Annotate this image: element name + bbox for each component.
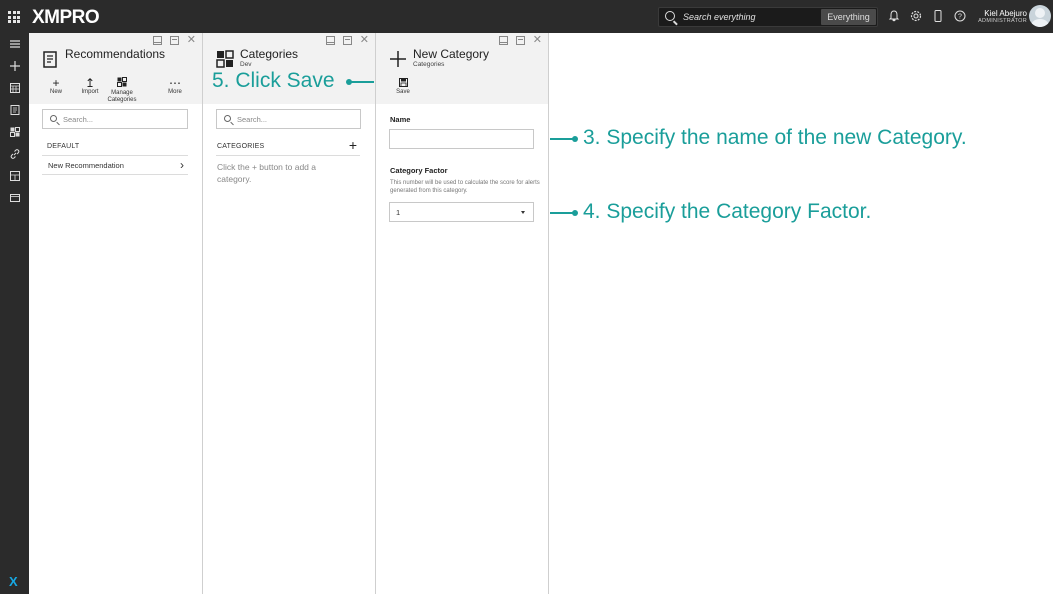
list-item-label: New Recommendation [48, 161, 124, 170]
annotation-factor-dot [572, 210, 578, 216]
new-category-panel: ✕ New Category Categories Save Name Cate… [376, 33, 549, 594]
plus-icon: + [52, 76, 60, 90]
categories-icon[interactable] [8, 126, 21, 139]
page-title: Categories [240, 47, 299, 61]
dashboard-icon[interactable] [8, 170, 21, 183]
more-label: More [168, 89, 182, 95]
search-input[interactable]: Search... [216, 109, 361, 129]
category-factor-value: 1 [396, 208, 401, 217]
add-icon[interactable] [8, 60, 21, 73]
maximize-icon[interactable] [342, 36, 352, 45]
page-title: Recommendations [65, 47, 166, 61]
xmpro-logo: XMPRO [32, 7, 100, 28]
recommendations-icon[interactable] [8, 104, 21, 117]
name-field[interactable] [389, 129, 534, 149]
plus-icon [389, 50, 407, 73]
avatar[interactable] [1029, 5, 1051, 27]
import-label: Import [81, 89, 99, 95]
window-controls: ✕ [152, 35, 196, 46]
panel-header: ✕ Recommendations + New ↥ Import Manage … [29, 33, 202, 104]
search-icon [665, 11, 675, 21]
app-launcher-icon[interactable] [8, 11, 20, 23]
categories-panel: ✕ Categories Dev Search... CATEGORIES + … [203, 33, 376, 594]
window-controls: ✕ [498, 35, 542, 46]
annotation-save-line [349, 81, 374, 83]
svg-text:?: ? [958, 14, 962, 21]
page-title: New Category [413, 47, 490, 61]
window-controls: ✕ [325, 35, 369, 46]
section-default: DEFAULT [47, 143, 80, 150]
help-icon[interactable]: ? [954, 10, 966, 24]
categories-icon [106, 77, 138, 89]
name-label: Name [390, 115, 411, 124]
close-icon[interactable]: ✕ [533, 35, 542, 46]
close-icon[interactable]: ✕ [360, 35, 369, 46]
search-icon [50, 115, 57, 122]
bell-icon[interactable] [888, 10, 900, 24]
close-icon[interactable]: ✕ [187, 35, 196, 46]
category-factor-help: This number will be used to calculate th… [390, 180, 540, 194]
link-icon[interactable] [8, 148, 21, 161]
global-search-placeholder: Search everything [683, 12, 756, 22]
search-placeholder: Search... [237, 115, 268, 124]
recommendations-panel: ✕ Recommendations + New ↥ Import Manage … [29, 33, 203, 594]
chevron-down-icon [521, 211, 525, 214]
annotation-save: 5. Click Save [212, 69, 335, 92]
list-item[interactable]: New Recommendation › [42, 157, 188, 175]
add-category-icon[interactable]: + [349, 137, 357, 153]
save-label: Save [396, 89, 410, 95]
save-button[interactable]: Save [395, 77, 411, 95]
panel-body: Search... DEFAULT New Recommendation › [29, 104, 202, 594]
maximize-icon[interactable] [169, 36, 179, 45]
section-categories: CATEGORIES [217, 143, 265, 150]
user-role: ADMINISTRATOR [978, 18, 1027, 24]
gear-icon[interactable] [910, 10, 922, 24]
top-bar: XMPRO Search everything Everything ? Kie… [0, 0, 1053, 33]
search-icon [224, 115, 231, 122]
minimize-icon[interactable] [152, 36, 162, 45]
new-button[interactable]: + New [49, 77, 63, 95]
search-scope-button[interactable]: Everything [821, 9, 876, 25]
device-icon[interactable] [933, 10, 943, 24]
panel-body: Search... CATEGORIES + Click the + butto… [203, 104, 375, 594]
divider [216, 155, 360, 156]
empty-state-text: Click the + button to add a category. [217, 162, 316, 184]
search-placeholder: Search... [63, 115, 94, 124]
chevron-right-icon: › [180, 158, 184, 172]
xmpro-x-icon[interactable]: X [9, 574, 18, 589]
app-designer-icon[interactable] [8, 192, 21, 205]
user-name[interactable]: Kiel Abejuro [984, 9, 1027, 18]
page-subtitle: Dev [240, 61, 252, 68]
minimize-icon[interactable] [325, 36, 335, 45]
more-icon: ⋯ [169, 76, 181, 90]
panel-body: Name Category Factor This number will be… [376, 104, 548, 594]
maximize-icon[interactable] [515, 36, 525, 45]
calendar-icon[interactable] [8, 82, 21, 95]
more-button[interactable]: ⋯ More [165, 77, 185, 95]
annotation-name-dot [572, 136, 578, 142]
annotation-factor: 4. Specify the Category Factor. [583, 200, 872, 223]
menu-icon[interactable] [8, 38, 21, 51]
global-search[interactable]: Search everything Everything [658, 7, 878, 27]
page-subtitle: Categories [413, 61, 445, 68]
recommendations-icon [42, 51, 58, 74]
manage-categories-button[interactable]: Manage Categories [106, 77, 138, 104]
annotation-name: 3. Specify the name of the new Category. [583, 126, 967, 149]
category-factor-label: Category Factor [390, 166, 448, 175]
panel-header: ✕ New Category Categories Save [376, 33, 548, 104]
upload-icon: ↥ [84, 76, 96, 90]
import-button[interactable]: ↥ Import [79, 77, 101, 95]
save-icon [395, 77, 411, 89]
divider [42, 155, 188, 156]
manage-categories-label: Manage Categories [107, 90, 137, 103]
search-input[interactable]: Search... [42, 109, 188, 129]
minimize-icon[interactable] [498, 36, 508, 45]
category-factor-select[interactable]: 1 [389, 202, 534, 222]
left-rail: X [0, 33, 29, 594]
new-label: New [49, 89, 62, 95]
